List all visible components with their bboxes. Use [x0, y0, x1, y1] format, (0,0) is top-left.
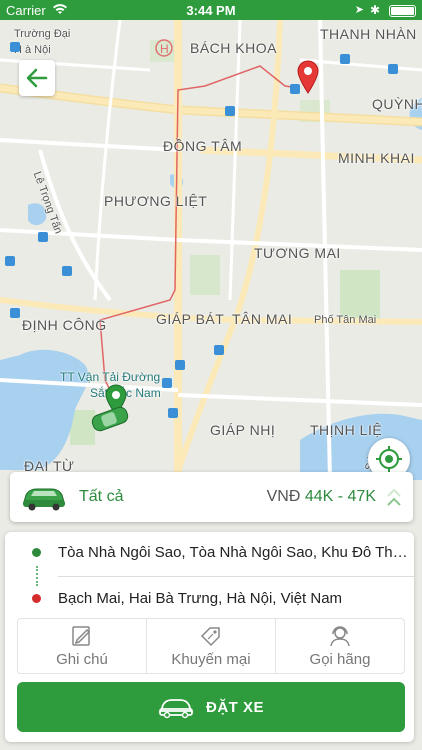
- dropoff-row[interactable]: Bạch Mai, Hai Bà Trưng, Hà Nội, Việt Nam: [5, 578, 414, 618]
- vehicle-type-label: Tất cả: [79, 488, 124, 505]
- crosshair-icon: [376, 446, 402, 472]
- svg-text:H: H: [160, 42, 169, 56]
- book-car-button[interactable]: ĐẶT XE: [17, 682, 405, 732]
- pickup-address: Tòa Nhà Ngôi Sao, Tòa Nhà Ngôi Sao, Khu …: [58, 544, 408, 561]
- bus-stop-markers: H: [5, 39, 398, 418]
- currency-label: VNĐ: [266, 488, 301, 505]
- status-bar: Carrier 3:44 PM ➤ ✱: [0, 0, 422, 20]
- book-car-label: ĐẶT XE: [205, 698, 264, 716]
- car-thumbnail-icon: [23, 488, 65, 511]
- note-button[interactable]: Ghi chú: [18, 619, 147, 673]
- promo-button[interactable]: Khuyến mại: [147, 619, 276, 673]
- car-icon: [159, 699, 193, 719]
- divider: [58, 576, 414, 577]
- price-estimate: VNĐ 44K - 47K: [267, 488, 376, 506]
- arrow-left-icon: [26, 68, 48, 88]
- dropoff-dot: [32, 594, 41, 603]
- promo-tag-icon: [200, 627, 220, 647]
- pickup-dot: [32, 548, 41, 557]
- chevron-up-icon[interactable]: [383, 484, 405, 512]
- bluetooth-icon: ✱: [369, 3, 380, 17]
- price-range: 44K - 47K: [304, 488, 376, 505]
- vehicle-type-selector[interactable]: Tất cả VNĐ 44K - 47K: [10, 472, 413, 522]
- note-label: Ghi chú: [56, 651, 108, 668]
- battery-icon: [389, 5, 416, 17]
- options-bar: Ghi chú Khuyến mại Gọi hãng: [17, 618, 405, 674]
- pickup-row[interactable]: Tòa Nhà Ngôi Sao, Tòa Nhà Ngôi Sao, Khu …: [5, 532, 414, 572]
- note-icon: [72, 626, 91, 646]
- location-arrow-icon: ➤: [354, 4, 364, 16]
- destination-pin-icon: [297, 60, 319, 94]
- booking-panel: Tòa Nhà Ngôi Sao, Tòa Nhà Ngôi Sao, Khu …: [5, 532, 414, 742]
- dropoff-address: Bạch Mai, Hai Bà Trưng, Hà Nội, Việt Nam: [58, 590, 343, 607]
- call-operator-button[interactable]: Gọi hãng: [276, 619, 404, 673]
- promo-label: Khuyến mại: [171, 651, 251, 668]
- call-operator-label: Gọi hãng: [309, 651, 371, 668]
- support-agent-icon: [330, 626, 350, 647]
- back-button[interactable]: [19, 60, 55, 96]
